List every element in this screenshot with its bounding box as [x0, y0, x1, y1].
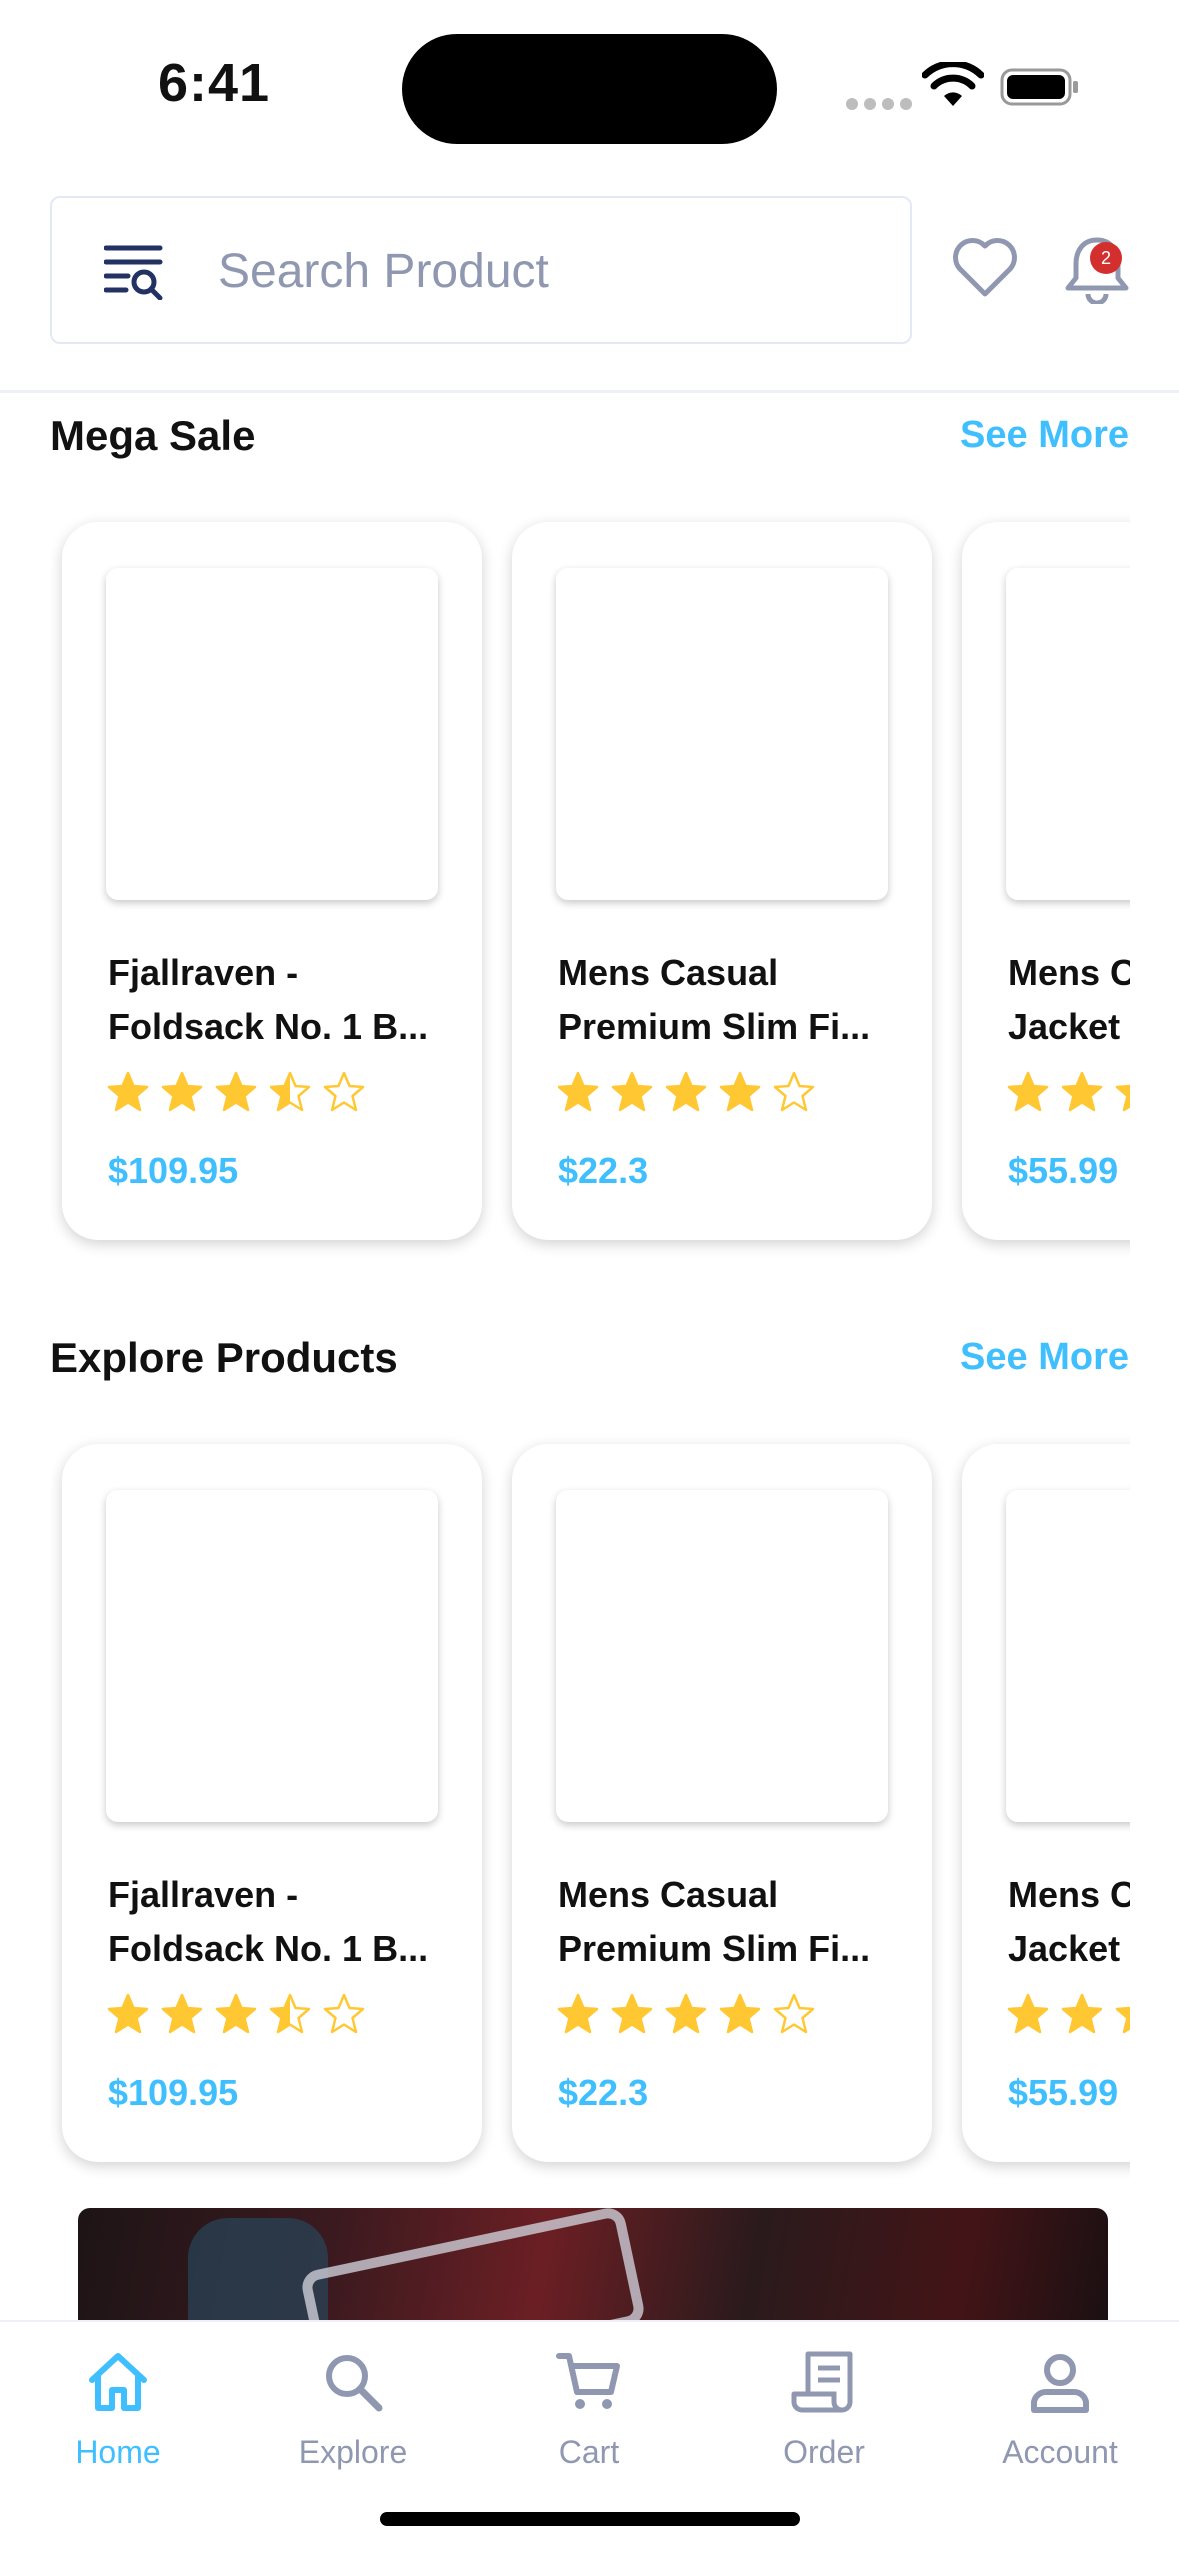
star-full-icon: [107, 1071, 149, 1112]
cellular-signal-icon: [846, 98, 912, 110]
mega-sale-see-more-link[interactable]: See More: [960, 414, 1129, 457]
product-rating: [1006, 1992, 1130, 2036]
star-full-icon: [1061, 1993, 1103, 2034]
product-rating: [106, 1070, 366, 1114]
product-image: [106, 1490, 438, 1822]
product-rating: [556, 1992, 816, 2036]
product-card[interactable]: Mens Casual Premium Slim Fi... $22.3: [512, 522, 932, 1240]
star-empty-icon: [323, 1071, 365, 1112]
nav-cart[interactable]: Cart: [489, 2348, 689, 2471]
nav-label: Order: [783, 2434, 865, 2470]
star-full-icon: [161, 1071, 203, 1112]
nav-label: Explore: [298, 2434, 408, 2470]
star-full-icon: [665, 1071, 707, 1112]
status-time: 6:41: [158, 53, 271, 113]
nav-order[interactable]: Order: [724, 2348, 924, 2471]
product-image: [556, 1490, 888, 1822]
product-price: $22.3: [558, 2072, 649, 2113]
product-price: $109.95: [108, 2072, 239, 2113]
product-price: $55.99: [1008, 2072, 1119, 2113]
star-half-icon: [269, 1071, 311, 1112]
product-price: $109.95: [108, 1150, 239, 1191]
star-full-icon: [557, 1071, 599, 1112]
notification-badge: 2: [1090, 242, 1122, 274]
product-name: Fjallraven - Foldsack No. 1 B...: [108, 952, 429, 1047]
star-full-icon: [107, 1993, 149, 2034]
product-card[interactable]: Fjallraven - Foldsack No. 1 B... $109.95: [62, 1444, 482, 2162]
product-rating: [106, 1992, 366, 2036]
star-full-icon: [611, 1071, 653, 1112]
star-full-icon: [665, 1993, 707, 2034]
nav-label: Cart: [558, 2434, 620, 2470]
star-half-icon: [1115, 1083, 1130, 1112]
product-rating: [1006, 1070, 1130, 1114]
star-full-icon: [719, 1071, 761, 1112]
star-full-icon: [215, 1993, 257, 2034]
product-card[interactable]: Fjallraven - Foldsack No. 1 B... $109.95: [62, 522, 482, 1240]
star-full-icon: [1007, 1993, 1049, 2034]
search-filter-icon[interactable]: [104, 240, 164, 300]
star-empty-icon: [773, 1993, 815, 2034]
product-price: $55.99: [1008, 1150, 1119, 1191]
star-full-icon: [215, 1071, 257, 1112]
star-empty-icon: [323, 1993, 365, 2034]
product-price: $22.3: [558, 1150, 649, 1191]
product-name: Mens Casual Premium Slim Fi...: [558, 952, 871, 1047]
product-image: [556, 568, 888, 900]
search-input[interactable]: Search Product: [50, 196, 912, 344]
home-indicator: [380, 2512, 800, 2526]
nav-explore[interactable]: Explore: [253, 2348, 453, 2471]
dynamic-island: [402, 34, 777, 144]
star-full-icon: [1007, 1071, 1049, 1112]
nav-account[interactable]: Account: [960, 2348, 1160, 2471]
account-icon: [1031, 2354, 1089, 2413]
product-image: [106, 568, 438, 900]
mega-sale-title: Mega Sale: [50, 412, 256, 459]
header-divider: [0, 390, 1179, 393]
explore-products-see-more-link[interactable]: See More: [960, 1336, 1129, 1379]
nav-home[interactable]: Home: [18, 2348, 218, 2471]
home-icon: [89, 2353, 147, 2411]
mega-sale-product-row[interactable]: Fjallraven - Foldsack No. 1 B... $109.95…: [50, 510, 1130, 1270]
product-image: [1006, 568, 1130, 900]
nav-label: Account: [1002, 2434, 1118, 2470]
star-full-icon: [161, 1993, 203, 2034]
battery-icon: [1000, 68, 1078, 106]
product-name: Fjallraven - Foldsack No. 1 B...: [108, 1874, 429, 1969]
product-rating: [556, 1070, 816, 1114]
product-card[interactable]: Mens Casual Premium Slim Fi... $22.3: [512, 1444, 932, 2162]
star-full-icon: [719, 1993, 761, 2034]
search-icon: [326, 2355, 383, 2412]
product-image: [1006, 1490, 1130, 1822]
explore-product-row[interactable]: Fjallraven - Foldsack No. 1 B... $109.95…: [50, 1432, 1130, 2192]
product-name: Mens C Jacket: [1008, 1874, 1130, 1969]
star-full-icon: [1061, 1071, 1103, 1112]
explore-products-title: Explore Products: [50, 1334, 398, 1381]
star-half-icon: [269, 1993, 311, 2034]
nav-label: Home: [75, 2434, 161, 2470]
wifi-icon: [922, 62, 984, 106]
favorites-heart-icon[interactable]: [952, 236, 1018, 298]
star-half-icon: [1115, 2005, 1130, 2034]
product-card[interactable]: Mens C Jacket $55.99: [962, 1444, 1130, 2162]
star-full-icon: [611, 1993, 653, 2034]
search-placeholder: Search Product: [218, 245, 549, 298]
product-name: Mens C Jacket: [1008, 952, 1130, 1047]
product-name: Mens Casual Premium Slim Fi...: [558, 1874, 871, 1969]
product-card[interactable]: Mens C Jacket $55.99: [962, 522, 1130, 1240]
star-empty-icon: [773, 1071, 815, 1112]
star-full-icon: [557, 1993, 599, 2034]
cart-icon: [556, 2353, 620, 2409]
order-icon: [791, 2351, 853, 2413]
